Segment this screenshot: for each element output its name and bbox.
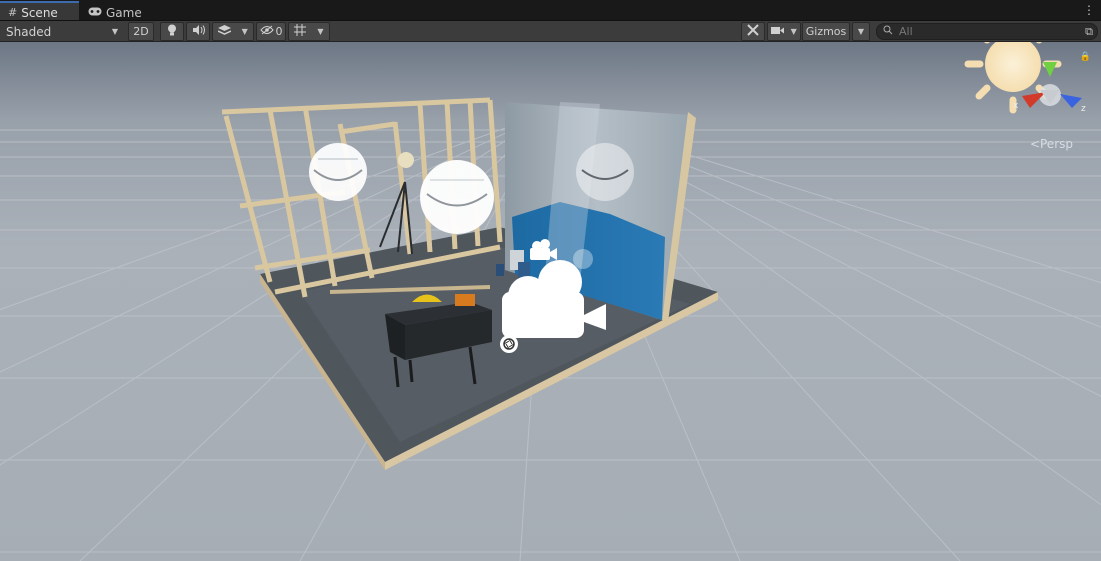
scene-search-field[interactable]: All ⧉ — [876, 23, 1098, 40]
speaker-icon — [192, 25, 205, 38]
chevron-down-icon: ▼ — [857, 27, 865, 36]
reflection-probe-icon — [420, 160, 494, 234]
scene-viewport[interactable]: x z 🔒 <Persp — [0, 42, 1101, 561]
projection-label: Persp — [1040, 137, 1073, 151]
reflection-probe-icon — [309, 143, 367, 201]
tab-scene[interactable]: # Scene — [0, 1, 79, 20]
reflection-probe-icon — [576, 143, 634, 201]
chevron-down-icon: ▼ — [317, 27, 324, 36]
gizmos-label: Gizmos — [805, 25, 847, 38]
scene-visibility-toggle[interactable]: 0 — [256, 22, 286, 41]
axis-x-label: x — [1013, 101, 1019, 111]
spot-light — [398, 152, 414, 168]
axis-z-label: z — [1081, 104, 1086, 114]
search-icon — [883, 25, 893, 38]
chevron-left-icon: < — [1029, 137, 1040, 151]
grid-snap-dropdown[interactable]: ▼ — [288, 22, 330, 41]
projection-toggle[interactable]: <Persp — [1030, 137, 1073, 151]
chevron-down-icon: ▼ — [241, 27, 248, 36]
draw-mode-dropdown[interactable]: Shaded ▼ — [2, 22, 124, 41]
lighting-toggle-button[interactable] — [160, 22, 184, 41]
lightbulb-icon — [167, 24, 177, 39]
gamepad-icon — [88, 6, 102, 19]
camera-icon — [771, 25, 785, 38]
tools-icon — [747, 24, 759, 39]
toggle-2d-button[interactable]: 2D — [128, 22, 154, 41]
more-options-icon[interactable]: ⋮ — [1083, 3, 1095, 17]
grid-icon: # — [8, 6, 18, 19]
search-placeholder: All — [899, 25, 913, 38]
tab-scene-label: Scene — [21, 5, 58, 20]
gizmos-button[interactable]: Gizmos — [802, 22, 850, 41]
tab-game[interactable]: Game — [80, 2, 150, 21]
draw-mode-label: Shaded — [6, 24, 52, 39]
chevron-down-icon: ▼ — [790, 27, 797, 36]
chevron-down-icon: ▼ — [111, 27, 118, 36]
hidden-eye-icon — [259, 25, 274, 38]
camera-settings-dropdown[interactable]: ▼ — [767, 22, 801, 41]
effects-dropdown[interactable]: ▼ — [212, 22, 254, 41]
maximize-icon[interactable]: ⧉ — [1085, 25, 1093, 39]
light-probe-icon — [573, 249, 593, 269]
scene-toolbar: Shaded ▼ 2D ▼ 0 ▼ ▼ Gizmos ▼ All ⧉ — [0, 21, 1101, 42]
audio-toggle-button[interactable] — [186, 22, 210, 41]
lock-icon[interactable]: 🔒 — [1080, 52, 1091, 62]
tab-game-label: Game — [106, 5, 142, 20]
grid-toggle-icon — [294, 24, 307, 39]
hidden-count: 0 — [275, 25, 283, 38]
layers-icon — [217, 24, 232, 39]
toggle-2d-label: 2D — [133, 25, 149, 38]
scene-render: x z — [0, 42, 1101, 561]
aperture-icon — [500, 335, 518, 353]
tools-button[interactable] — [741, 22, 765, 41]
editor-tab-bar: # Scene Game ⋮ — [0, 0, 1101, 21]
gizmos-dropdown[interactable]: ▼ — [852, 22, 870, 41]
